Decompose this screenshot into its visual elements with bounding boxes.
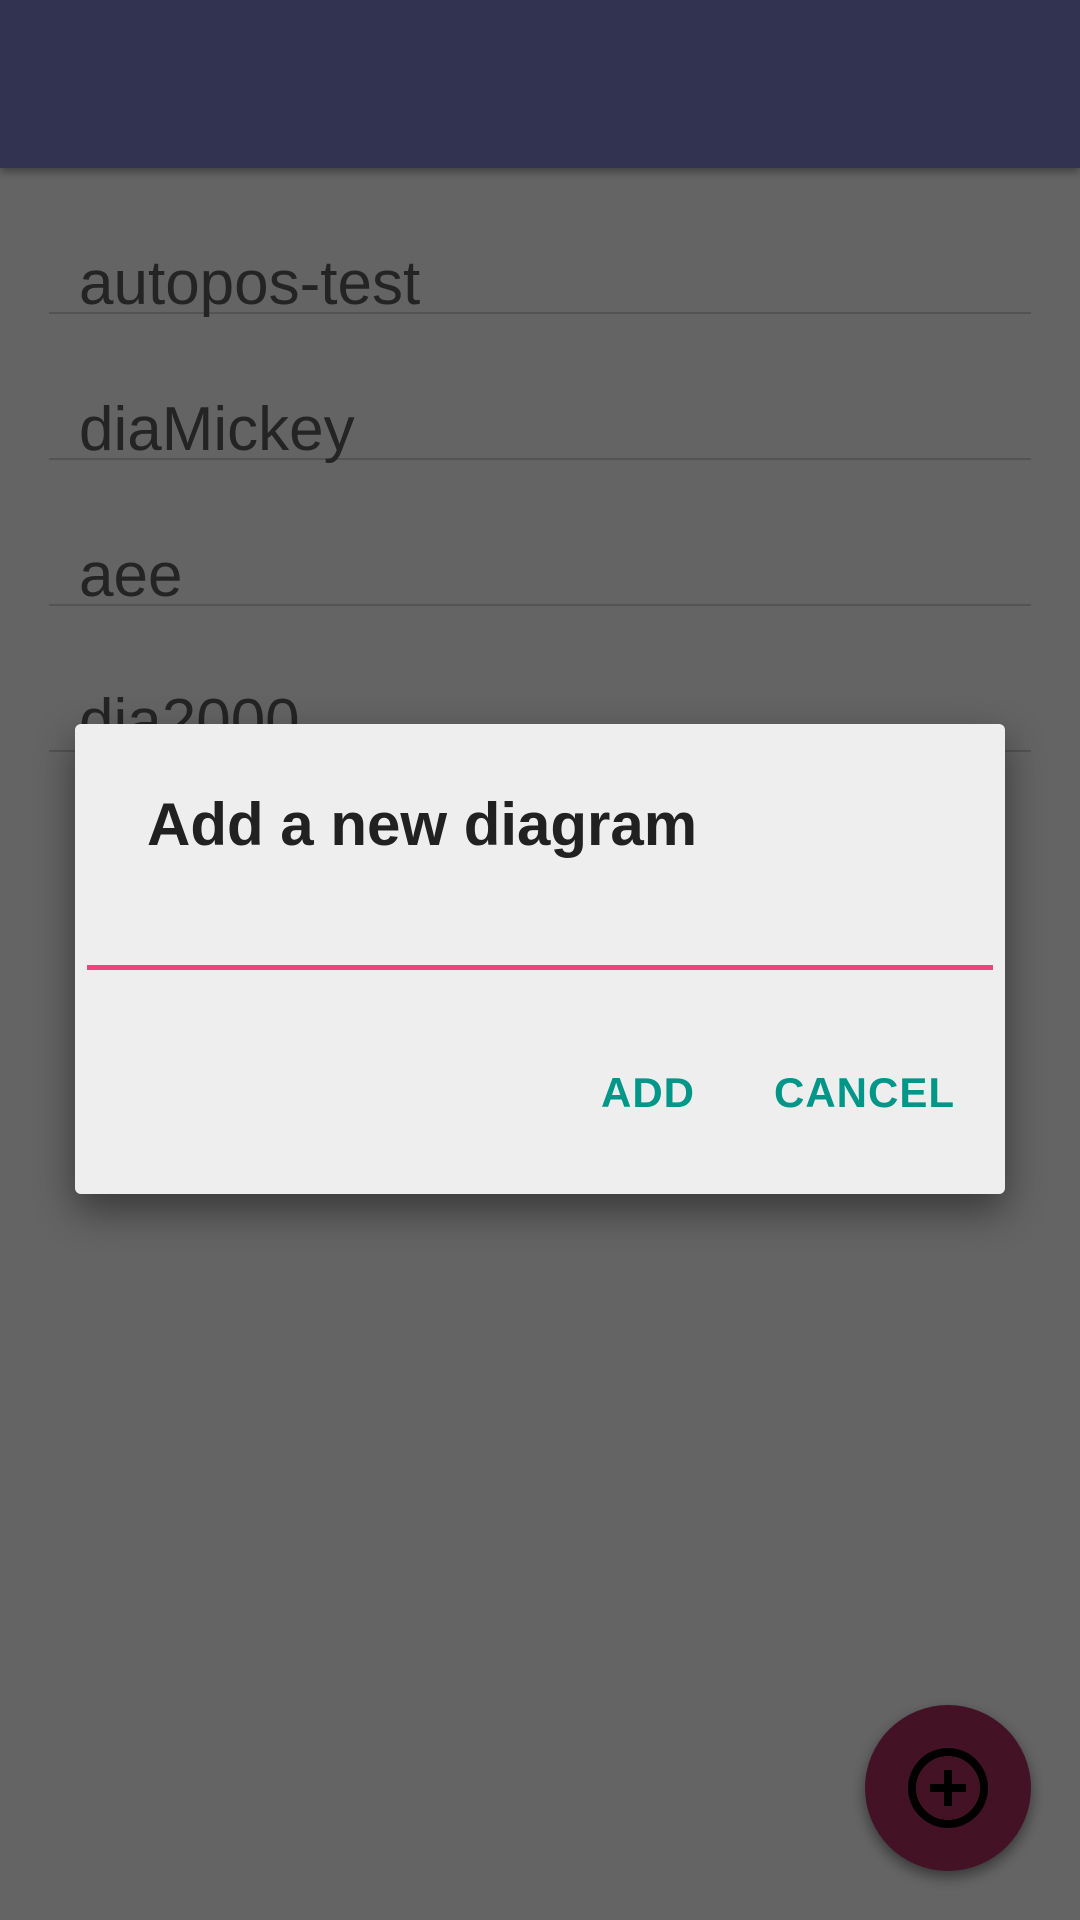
diagram-name-input[interactable] [87, 884, 993, 970]
cancel-button[interactable]: CANCEL [774, 1068, 955, 1118]
dialog-title: Add a new diagram [147, 791, 698, 858]
add-diagram-dialog: Add a new diagram ADD CANCEL [75, 724, 1005, 1194]
add-button[interactable]: ADD [601, 1068, 695, 1118]
